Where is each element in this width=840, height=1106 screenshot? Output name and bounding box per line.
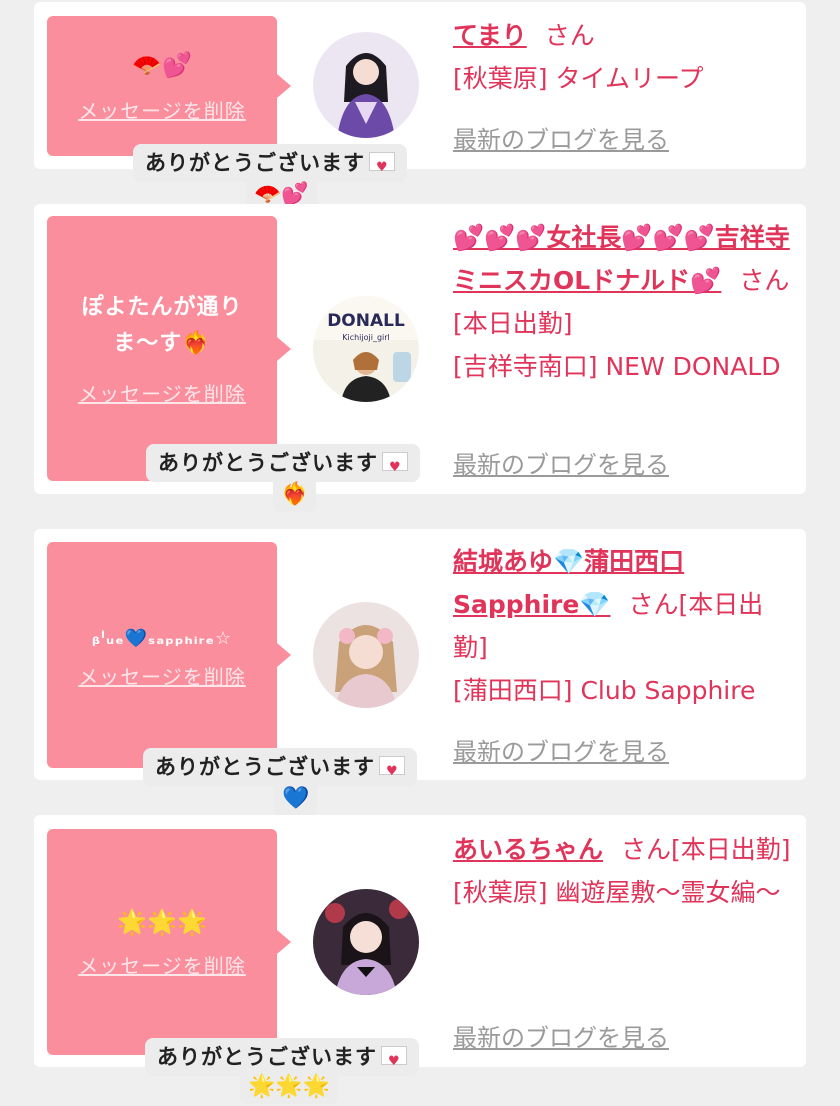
thanks-emoji: 💙 [274,782,318,816]
cast-info: てまり さん [秋葉原] タイムリープ [453,14,793,100]
shop-info: [秋葉原] 幽遊屋敷〜霊女編〜 [453,878,781,907]
bubble-message: ぽよたんが通りま〜す❤️‍🔥 [81,295,243,356]
cast-name-link[interactable]: てまり [453,21,527,50]
delete-message-link[interactable]: メッセージを削除 [78,950,246,979]
avatar[interactable]: DONALL Kichijoji_girl [313,296,419,402]
avatar-logo-subtext: Kichijoji_girl [342,333,390,342]
thanks-text: ありがとうございます [155,755,375,779]
thanks-label: ありがとうございます [133,144,407,185]
avatar[interactable] [313,602,419,708]
cast-info: 結城あゆ💎蒲田西口Sapphire💎 さん[本日出勤] [蒲田西口] Club S… [453,540,793,712]
blog-link[interactable]: 最新のブログを見る [453,445,669,480]
blog-link[interactable]: 最新のブログを見る [453,120,669,155]
avatar-logo-text: DONALL [327,311,405,331]
blog-link[interactable]: 最新のブログを見る [453,732,669,767]
thanks-emoji: 🌟🌟🌟 [240,1070,339,1104]
thanks-label: ありがとうございます [146,444,420,485]
delete-message-link[interactable]: メッセージを削除 [78,661,246,690]
delete-message-link[interactable]: メッセージを削除 [78,95,246,124]
thanks-emoji: ❤️‍🔥 [273,478,317,512]
bubble-emoji: 🪭💕 [132,50,192,79]
envelope-heart-icon [369,151,395,185]
bubble-message: ᵦˡᵤₑ💙ₛₐₚₚₕᵢᵣₑ☆ [91,627,233,649]
delete-message-link[interactable]: メッセージを削除 [78,378,246,407]
message-bubble: 🪭💕 メッセージを削除 [47,16,291,156]
message-bubble: ぽよたんが通りま〜す❤️‍🔥 メッセージを削除 [47,216,291,481]
shop-info: [蒲田西口] Club Sapphire [453,676,756,705]
thanks-text: ありがとうございます [157,1045,377,1069]
cast-name-link[interactable]: あいるちゃん [453,835,603,864]
cast-suffix: さん[本日出勤] [621,835,791,864]
avatar[interactable] [313,32,419,138]
message-bubble: 🌟🌟🌟 メッセージを削除 [47,829,291,1055]
thanks-text: ありがとうございます [158,451,378,475]
avatar[interactable] [313,889,419,995]
bubble-emoji: 🌟🌟🌟 [117,907,207,936]
shop-info: [吉祥寺南口] NEW DONALD [453,352,781,381]
envelope-heart-icon [379,755,405,789]
thanks-text: ありがとうございます [145,151,365,175]
shop-info: [秋葉原] タイムリープ [453,64,704,93]
cast-suffix: さん [544,21,595,50]
envelope-heart-icon [381,1045,407,1079]
cast-info: 💕💕💕女社長💕💕💕吉祥寺ミニスカOLドナルド💕 さん[本日出勤] [吉祥寺南口] … [453,216,793,388]
blog-link[interactable]: 最新のブログを見る [453,1018,669,1053]
cast-info: あいるちゃん さん[本日出勤] [秋葉原] 幽遊屋敷〜霊女編〜 [453,828,793,914]
message-bubble: ᵦˡᵤₑ💙ₛₐₚₚₕᵢᵣₑ☆ メッセージを削除 [47,542,291,768]
thanks-label: ありがとうございます [143,748,417,789]
envelope-heart-icon [382,451,408,485]
